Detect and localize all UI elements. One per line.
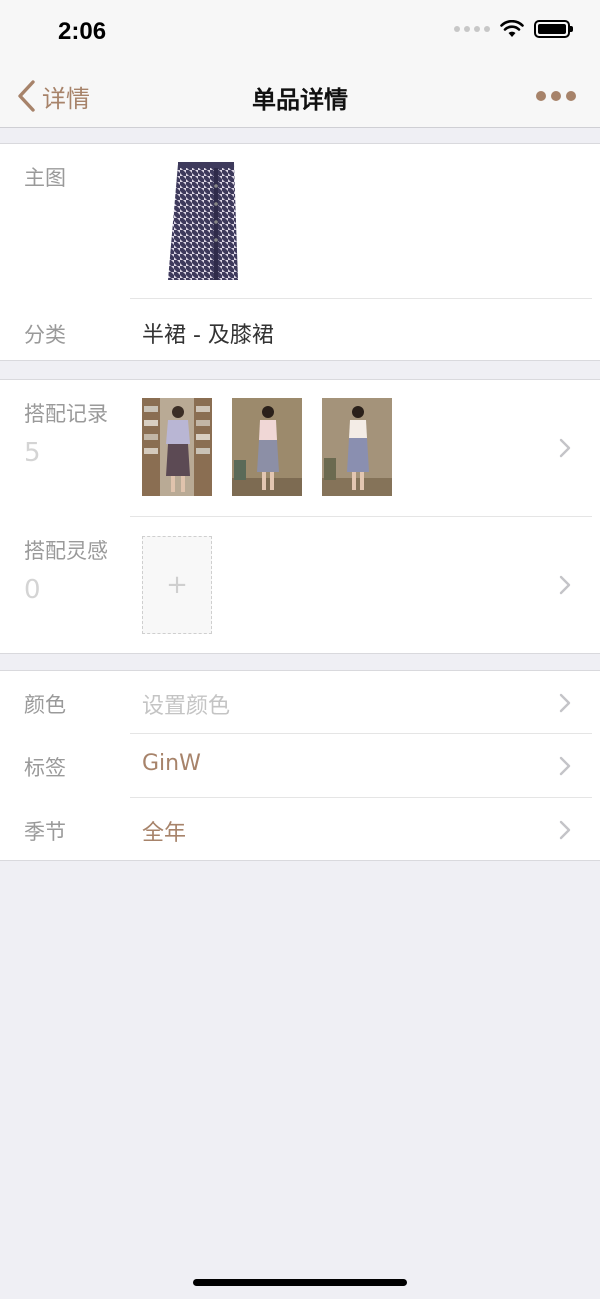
- page-title: 单品详情: [252, 86, 348, 114]
- status-icons: [454, 20, 573, 38]
- tags-label: 标签: [24, 756, 66, 780]
- chevron-right-icon[interactable]: [558, 437, 572, 459]
- add-inspiration-button[interactable]: +: [142, 536, 212, 634]
- chevron-right-icon[interactable]: [558, 574, 572, 596]
- main-image-label: 主图: [24, 166, 66, 190]
- outfit-photo-1[interactable]: [142, 398, 212, 496]
- season-row[interactable]: 季节 全年: [0, 798, 600, 861]
- outfit-photo-3[interactable]: [322, 398, 392, 496]
- tags-value: GinW: [142, 751, 201, 776]
- season-value: 全年: [142, 821, 187, 846]
- more-dots-icon[interactable]: [536, 84, 576, 108]
- divider: [130, 516, 592, 517]
- attributes-group: 颜色 设置颜色 标签 GinW 季节 全年: [0, 670, 600, 861]
- outfit-inspiration-label: 搭配灵感: [24, 539, 108, 563]
- signal-icon: [454, 26, 490, 32]
- tags-row[interactable]: 标签 GinW: [0, 734, 600, 797]
- category-value[interactable]: 半裙 - 及膝裙: [142, 317, 274, 349]
- outfit-inspiration-count: 0: [24, 575, 41, 605]
- divider: [130, 298, 592, 299]
- nav-bar: 详情 单品详情: [0, 62, 600, 128]
- outfit-records-count: 5: [24, 438, 41, 468]
- color-label: 颜色: [24, 693, 66, 717]
- main-image[interactable]: [162, 158, 272, 286]
- status-time: 2:06: [58, 18, 107, 45]
- chevron-right-icon: [558, 819, 572, 841]
- outfit-records-label: 搭配记录: [24, 402, 108, 426]
- status-bar: 2:06: [0, 0, 600, 62]
- plus-icon: +: [166, 570, 188, 600]
- outfit-photo-2[interactable]: [232, 398, 302, 496]
- battery-icon: [534, 20, 573, 38]
- home-indicator[interactable]: [193, 1279, 407, 1286]
- color-row[interactable]: 颜色 设置颜色: [0, 671, 600, 733]
- chevron-right-icon: [558, 755, 572, 777]
- outfit-group: 搭配记录 5 搭配灵感 0 +: [0, 379, 600, 654]
- wifi-icon: [500, 20, 524, 37]
- skirt-image: [168, 162, 238, 280]
- category-label: 分类: [24, 323, 66, 347]
- color-placeholder: 设置颜色: [142, 694, 231, 719]
- season-label: 季节: [24, 820, 66, 844]
- chevron-right-icon: [558, 692, 572, 714]
- basic-info-group: 主图 分类 半裙 - 及膝裙: [0, 143, 600, 361]
